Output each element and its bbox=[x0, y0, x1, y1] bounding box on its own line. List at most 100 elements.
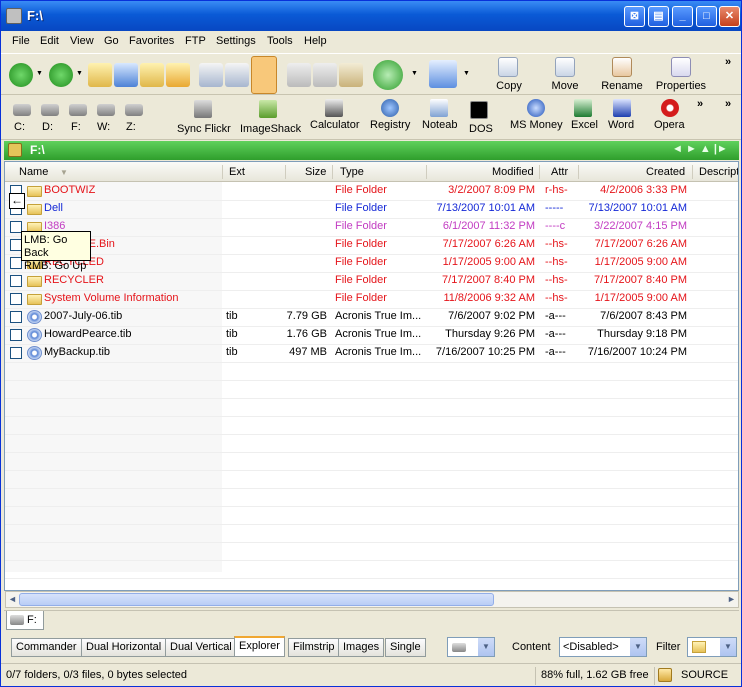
nav-arrows[interactable]: ◄ ► ▲ |► bbox=[672, 143, 728, 155]
paste-icon[interactable] bbox=[339, 63, 363, 87]
chevron-down-icon[interactable]: ▼ bbox=[478, 638, 494, 656]
lock-icon[interactable] bbox=[658, 668, 672, 682]
app-dos[interactable]: DOS bbox=[469, 123, 493, 135]
registry-icon[interactable] bbox=[381, 99, 399, 117]
app-imageshack[interactable]: ImageShack bbox=[240, 123, 301, 135]
menu-file[interactable]: File bbox=[12, 35, 30, 47]
row-checkbox[interactable] bbox=[10, 275, 22, 287]
app-noteab[interactable]: Noteab bbox=[422, 119, 457, 131]
menu-favorites[interactable]: Favorites bbox=[129, 35, 174, 47]
select-icon[interactable] bbox=[199, 63, 223, 87]
col-attr[interactable]: Attr bbox=[551, 166, 568, 178]
drive-w-label[interactable]: W: bbox=[97, 121, 110, 133]
row-checkbox[interactable] bbox=[10, 311, 22, 323]
rename-icon[interactable] bbox=[612, 57, 632, 77]
dos-icon[interactable] bbox=[470, 101, 488, 119]
favorite-folder-icon[interactable] bbox=[166, 63, 190, 87]
file-row[interactable]: MyBackup.tib tib 497 MB Acronis True Im... 7… bbox=[5, 344, 738, 362]
copy-button[interactable]: Copy bbox=[488, 80, 530, 92]
copy-clip-icon[interactable] bbox=[313, 63, 337, 87]
drive-w-icon[interactable] bbox=[97, 104, 115, 116]
horizontal-scrollbar[interactable]: ◄ ► bbox=[5, 591, 739, 608]
col-description[interactable]: Descript bbox=[699, 166, 738, 178]
view-filmstrip[interactable]: Filmstrip bbox=[288, 638, 340, 657]
app-calculator[interactable]: Calculator bbox=[310, 119, 360, 131]
app-opera[interactable]: Opera bbox=[654, 119, 685, 131]
undo-icon[interactable] bbox=[429, 60, 457, 88]
app-registry[interactable]: Registry bbox=[370, 119, 410, 131]
properties-button[interactable]: Properties bbox=[653, 80, 709, 92]
chevron-down-icon[interactable]: ▼ bbox=[630, 638, 646, 656]
imageshack-icon[interactable] bbox=[259, 100, 277, 118]
camera-icon[interactable] bbox=[194, 100, 212, 118]
drive-c-icon[interactable] bbox=[13, 104, 31, 116]
drive-f-label[interactable]: F: bbox=[71, 121, 81, 133]
new-folder-icon[interactable] bbox=[140, 63, 164, 87]
menu-go[interactable]: Go bbox=[104, 35, 119, 47]
file-row[interactable]: BOOTWIZ File Folder 3/2/2007 8:09 PM r-hs- 4… bbox=[5, 182, 738, 200]
ms-money-icon[interactable] bbox=[527, 99, 545, 117]
file-row[interactable]: RECYCLED File Folder 1/17/2005 9:00 AM --hs… bbox=[5, 254, 738, 272]
filter-select[interactable]: ▼ bbox=[687, 637, 737, 657]
minimize-button[interactable]: _ bbox=[672, 6, 693, 27]
drive-c-label[interactable]: C: bbox=[14, 121, 25, 133]
properties-icon[interactable] bbox=[671, 57, 691, 77]
forward-icon[interactable] bbox=[49, 63, 73, 87]
word-icon[interactable] bbox=[613, 99, 631, 117]
explorer-view-icon[interactable] bbox=[251, 56, 277, 94]
drive-z-label[interactable]: Z: bbox=[126, 121, 136, 133]
view-dual-vertical[interactable]: Dual Vertical bbox=[165, 638, 237, 657]
file-row[interactable]: RECYCLE.BinFile Folder7/17/2007 6:26 AM-… bbox=[5, 236, 738, 254]
col-type[interactable]: Type bbox=[340, 166, 364, 178]
scroll-left-icon[interactable]: ◄ bbox=[6, 593, 19, 606]
app-sync-flickr[interactable]: Sync Flickr bbox=[177, 123, 231, 135]
view-explorer[interactable]: Explorer bbox=[234, 636, 285, 657]
col-modified[interactable]: Modified bbox=[492, 166, 534, 178]
drive-d-icon[interactable] bbox=[41, 104, 59, 116]
file-row[interactable]: Dell File Folder 7/13/2007 10:01 AM ----- 7/… bbox=[5, 200, 738, 218]
maximize-button[interactable]: □ bbox=[696, 6, 717, 27]
col-size[interactable]: Size bbox=[305, 166, 326, 178]
menu-settings[interactable]: Settings bbox=[216, 35, 256, 47]
view-single[interactable]: Single bbox=[385, 638, 426, 657]
title-bar[interactable]: F:\ ⊠ ▤ _ □ ✕ bbox=[1, 1, 741, 31]
menu-view[interactable]: View bbox=[70, 35, 94, 47]
close-button[interactable]: ✕ bbox=[719, 6, 740, 27]
opera-icon[interactable] bbox=[661, 99, 679, 117]
toolbar-overflow-button[interactable]: » bbox=[725, 56, 731, 68]
sync-dropdown-icon[interactable]: ▼ bbox=[411, 70, 418, 77]
menu-edit[interactable]: Edit bbox=[40, 35, 59, 47]
back-dropdown-icon[interactable]: ▼ bbox=[36, 70, 43, 77]
col-created[interactable]: Created bbox=[646, 166, 685, 178]
file-row[interactable]: 2007-July-06.tib tib 7.79 GB Acronis True I… bbox=[5, 308, 738, 326]
col-name[interactable]: Name bbox=[19, 166, 48, 178]
menu-tools[interactable]: Tools bbox=[267, 35, 293, 47]
drive-d-label[interactable]: D: bbox=[42, 121, 53, 133]
drive-select[interactable]: ▼ bbox=[447, 637, 495, 657]
up-folder-icon[interactable] bbox=[88, 63, 112, 87]
drive-f-icon[interactable] bbox=[69, 104, 87, 116]
drive-z-icon[interactable] bbox=[125, 104, 143, 116]
row-checkbox[interactable] bbox=[10, 293, 22, 305]
file-row[interactable]: I386 File Folder 6/1/2007 11:32 PM ----c 3/2… bbox=[5, 218, 738, 236]
back-icon[interactable] bbox=[9, 63, 33, 87]
row-checkbox[interactable] bbox=[10, 329, 22, 341]
view-images[interactable]: Images bbox=[338, 638, 385, 657]
content-select[interactable]: <Disabled> ▼ bbox=[559, 637, 647, 657]
app-ms-money[interactable]: MS Money bbox=[510, 119, 563, 131]
file-row[interactable]: RECYCLER File Folder 7/17/2007 8:40 PM --hs… bbox=[5, 272, 738, 290]
whats-this-icon[interactable] bbox=[225, 63, 249, 87]
excel-icon[interactable] bbox=[574, 99, 592, 117]
scroll-thumb[interactable] bbox=[19, 593, 494, 606]
col-ext[interactable]: Ext bbox=[229, 166, 245, 178]
menu-help[interactable]: Help bbox=[304, 35, 327, 47]
move-button[interactable]: Move bbox=[544, 80, 586, 92]
undo-dropdown-icon[interactable]: ▼ bbox=[463, 70, 470, 77]
view-dual-horizontal[interactable]: Dual Horizontal bbox=[81, 638, 167, 657]
copy-icon[interactable] bbox=[498, 57, 518, 77]
scroll-right-icon[interactable]: ► bbox=[725, 593, 738, 606]
rename-button[interactable]: Rename bbox=[597, 80, 647, 92]
pin-icon[interactable]: ⊠ bbox=[624, 6, 645, 27]
apps-overflow-button[interactable]: » bbox=[697, 98, 703, 110]
cut-icon[interactable] bbox=[287, 63, 311, 87]
